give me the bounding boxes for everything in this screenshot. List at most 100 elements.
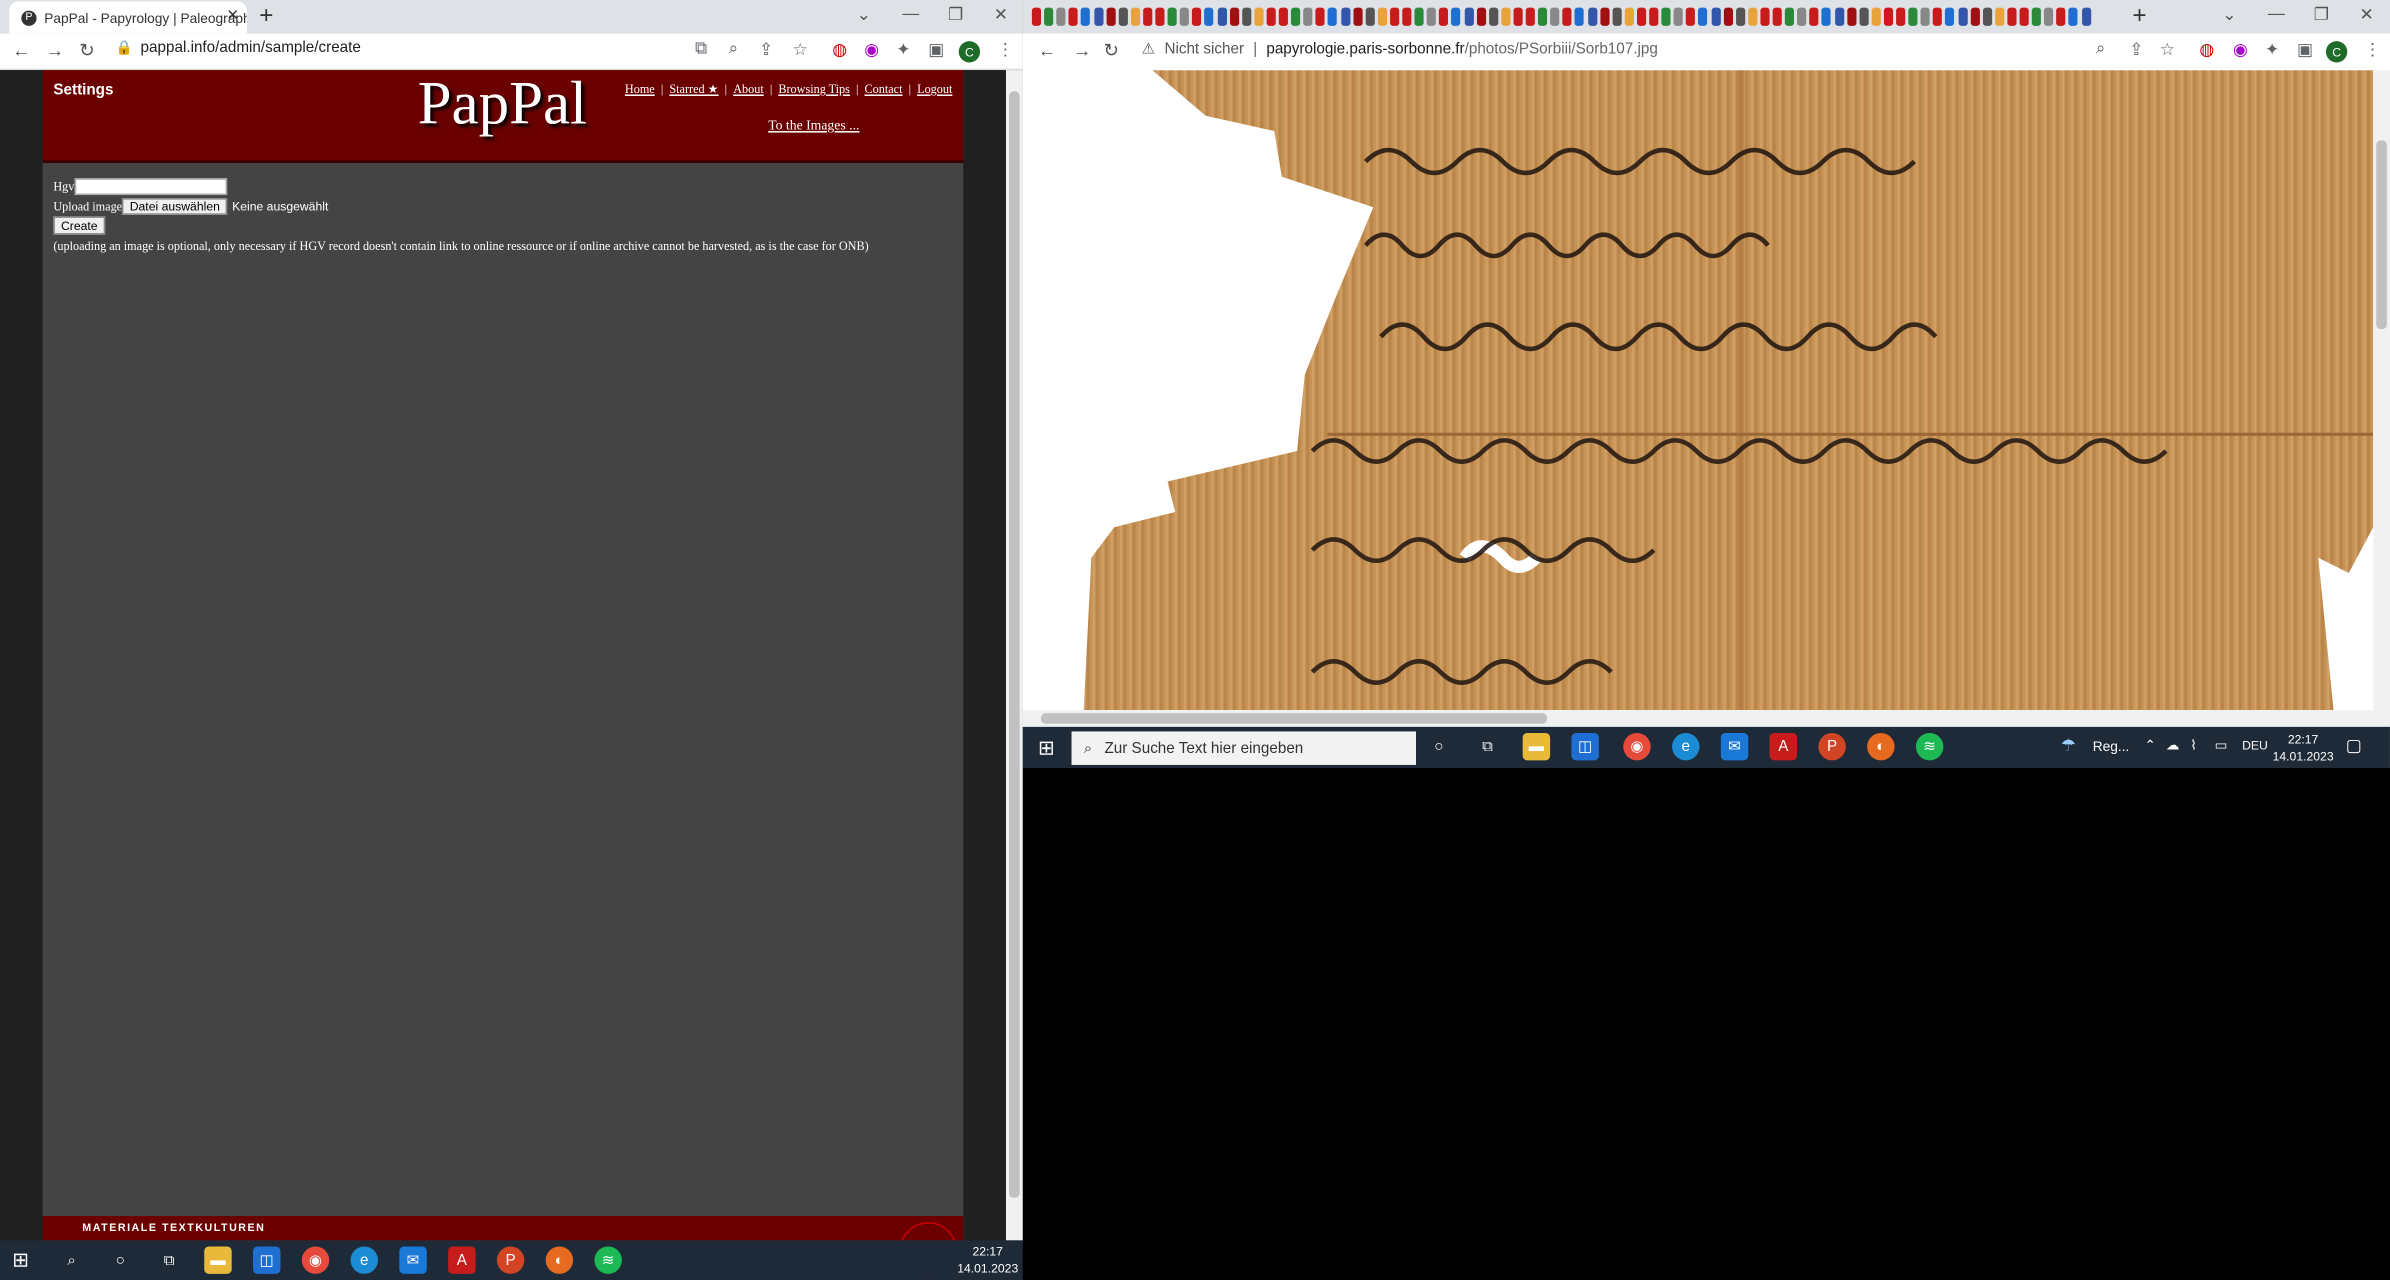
nav-logout[interactable]: Logout [917, 82, 952, 96]
share-icon[interactable]: ⇪ [2129, 40, 2143, 59]
notification-icon[interactable]: ▢ [2346, 736, 2362, 756]
menu-icon[interactable]: ⋮ [2364, 40, 2381, 59]
pinned-tab-favicon-icon[interactable] [1217, 7, 1227, 26]
windows-start-icon[interactable]: ⊞ [12, 1248, 29, 1272]
pinned-tab-favicon-icon[interactable] [1352, 7, 1363, 26]
chrome-icon[interactable]: ◉ [1623, 732, 1651, 761]
left-vertical-scrollbar[interactable] [1005, 70, 1023, 1241]
minimize-icon[interactable]: — [2268, 5, 2285, 23]
pinned-tab-favicon-icon[interactable] [1254, 7, 1264, 26]
edge-icon[interactable]: e [1672, 732, 1700, 761]
mail-icon[interactable]: ✉ [399, 1246, 427, 1274]
extensions-puzzle-icon[interactable]: ✦ [896, 40, 910, 59]
pinned-tab-favicon-icon[interactable] [1130, 7, 1140, 26]
forward-icon[interactable]: → [46, 40, 64, 61]
pinned-tab-favicon-icon[interactable] [1044, 7, 1054, 26]
site-logo[interactable]: PapPal [418, 67, 587, 139]
back-icon[interactable]: ← [1038, 40, 1056, 61]
weather-icon[interactable]: ☂ [2061, 736, 2076, 756]
pinned-tab-favicon-icon[interactable] [1846, 7, 1856, 26]
weather-text[interactable]: Reg... [2093, 739, 2130, 754]
pinned-tab-favicon-icon[interactable] [1908, 7, 1918, 26]
pinned-tab-favicon-icon[interactable] [1291, 7, 1301, 26]
sidebar-icon[interactable]: ▣ [928, 40, 944, 59]
mail-icon[interactable]: ✉ [1720, 732, 1749, 761]
pinned-tab-favicon-icon[interactable] [1562, 7, 1572, 26]
pinned-tab-favicon-icon[interactable] [1587, 7, 1597, 26]
pinned-tab-favicon-icon[interactable] [1834, 7, 1844, 26]
pinned-tab-favicon-icon[interactable] [1538, 7, 1548, 26]
pinned-tab-favicon-icon[interactable] [1735, 7, 1745, 26]
pinned-tab-favicon-icon[interactable] [1278, 7, 1288, 26]
task-view-icon[interactable]: ⧉ [1474, 733, 1501, 760]
nav-browsing-tips[interactable]: Browsing Tips [778, 82, 850, 96]
nav-about[interactable]: About [733, 82, 763, 96]
bookmark-star-icon[interactable]: ☆ [793, 40, 808, 59]
restore-icon[interactable]: ❐ [948, 5, 963, 24]
pinned-tab-favicon-icon[interactable] [1303, 7, 1313, 26]
pinned-tab-favicon-icon[interactable] [1970, 7, 1980, 26]
pinned-tab-favicon-icon[interactable] [1476, 7, 1486, 26]
pinned-tab-favicon-icon[interactable] [1315, 7, 1325, 26]
zoom-icon[interactable]: ⌕ [2096, 40, 2105, 60]
pinned-tab-favicon-icon[interactable] [2007, 7, 2017, 26]
close-tab-icon[interactable]: ✕ [227, 8, 240, 25]
pinned-tab-favicon-icon[interactable] [1772, 7, 1782, 26]
pinned-tab-favicon-icon[interactable] [1525, 7, 1535, 26]
pinned-tab-favicon-icon[interactable] [1389, 7, 1400, 26]
bookmark-star-icon[interactable]: ☆ [2160, 40, 2175, 59]
spotify-icon[interactable]: ≋ [594, 1246, 622, 1274]
windows-start-icon[interactable]: ⊞ [1038, 736, 1055, 760]
powerpoint-icon[interactable]: P [1818, 732, 1846, 761]
pinned-tab-favicon-icon[interactable] [1118, 7, 1128, 26]
pinned-tab-favicon-icon[interactable] [1624, 7, 1634, 26]
vertical-scrollbar-thumb[interactable] [2376, 140, 2387, 330]
taskbar-clock[interactable]: 22:17 14.01.2023 [2273, 731, 2334, 765]
extensions-puzzle-icon[interactable]: ✦ [2265, 40, 2279, 59]
horizontal-scrollbar[interactable] [1022, 710, 2374, 727]
acrobat-icon[interactable]: A [448, 1246, 476, 1274]
tab-search-icon[interactable]: ⌄ [2222, 5, 2236, 24]
menu-icon[interactable]: ⋮ [997, 40, 1014, 59]
pinned-tab-favicon-icon[interactable] [1933, 7, 1943, 26]
share-icon[interactable]: ⇪ [759, 40, 773, 59]
pinned-tab-favicon-icon[interactable] [1463, 7, 1474, 26]
pinned-tab-favicon-icon[interactable] [1031, 7, 1042, 26]
pinned-tab-favicon-icon[interactable] [2056, 7, 2066, 26]
minimize-icon[interactable]: — [902, 5, 919, 23]
pinned-tab-favicon-icon[interactable] [1797, 7, 1807, 26]
chrome-icon[interactable]: ◉ [301, 1246, 330, 1274]
store-icon[interactable]: ◫ [1571, 732, 1599, 761]
pinned-tab-favicon-icon[interactable] [1945, 7, 1955, 26]
pinned-tab-favicon-icon[interactable] [1513, 7, 1523, 26]
to-the-images-link[interactable]: To the Images ... [768, 117, 859, 132]
profile-avatar[interactable]: C [2325, 41, 2348, 63]
language-indicator[interactable]: DEU [2242, 739, 2268, 753]
zoom-icon[interactable]: ⌕ [729, 40, 738, 60]
pinned-tab-favicon-icon[interactable] [1192, 7, 1202, 26]
task-view-icon[interactable]: ⧉ [155, 1246, 182, 1273]
pinned-tab-favicon-icon[interactable] [1241, 7, 1251, 26]
pinned-tab-favicon-icon[interactable] [1822, 7, 1832, 26]
cortana-icon[interactable]: ○ [107, 1246, 134, 1273]
spotify-icon[interactable]: ≋ [1915, 732, 1944, 761]
nav-starred[interactable]: Starred ★ [669, 82, 718, 96]
store-icon[interactable]: ◫ [253, 1246, 281, 1274]
acrobat-icon[interactable]: A [1769, 732, 1798, 761]
translate-icon[interactable]: ⧉ [695, 40, 707, 60]
pinned-tab-favicon-icon[interactable] [2044, 7, 2054, 26]
firefox-icon[interactable]: ◐ [1867, 732, 1895, 761]
pinned-tab-favicon-icon[interactable] [1142, 7, 1153, 26]
pinned-tab-favicon-icon[interactable] [1501, 7, 1511, 26]
reload-icon[interactable]: ↻ [79, 40, 94, 61]
pinned-tab-favicon-icon[interactable] [1599, 7, 1609, 26]
pinned-tab-favicon-icon[interactable] [1328, 7, 1338, 26]
settings-link[interactable]: Settings [53, 82, 113, 99]
pinned-tab-favicon-icon[interactable] [1896, 7, 1906, 26]
pinned-tab-favicon-icon[interactable] [1698, 7, 1708, 26]
pinned-tab-favicon-icon[interactable] [1994, 7, 2005, 26]
pinned-tab-favicon-icon[interactable] [1093, 7, 1103, 26]
pinned-tab-favicon-icon[interactable] [2068, 7, 2079, 26]
sidebar-icon[interactable]: ▣ [2297, 40, 2313, 59]
pinned-tab-favicon-icon[interactable] [1488, 7, 1498, 26]
